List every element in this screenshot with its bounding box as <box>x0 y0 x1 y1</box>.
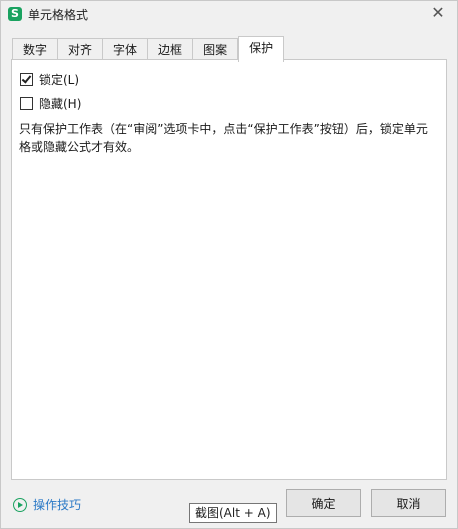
screenshot-tooltip: 截图(Alt + A) <box>189 503 277 523</box>
play-circle-icon <box>13 497 27 512</box>
locked-checkbox[interactable] <box>20 73 33 86</box>
hidden-checkbox[interactable] <box>20 97 33 110</box>
dialog-title: 单元格格式 <box>28 8 89 22</box>
ok-button[interactable]: 确定 <box>286 489 361 517</box>
app-logo-icon: S <box>8 7 22 21</box>
locked-option[interactable]: 锁定(L) <box>20 71 79 88</box>
tab-bar: 数字 对齐 字体 边框 图案 保护 <box>12 36 285 62</box>
tips-link[interactable]: 操作技巧 <box>13 496 81 513</box>
format-cells-dialog: S 单元格格式 ✕ 数字 对齐 字体 边框 图案 保护 锁定(L) 隐藏(H) … <box>0 0 458 529</box>
protection-description: 只有保护工作表（在“审阅”选项卡中，点击“保护工作表”按钮）后，锁定单元格或隐藏… <box>19 122 428 154</box>
hidden-label: 隐藏(H) <box>39 97 82 111</box>
locked-label: 锁定(L) <box>39 73 80 87</box>
tab-protection[interactable]: 保护 <box>238 36 285 62</box>
protection-panel: 锁定(L) 隐藏(H) 只有保护工作表（在“审阅”选项卡中，点击“保护工作表”按… <box>11 59 447 480</box>
title-bar[interactable]: S 单元格格式 ✕ <box>1 1 457 29</box>
cancel-button[interactable]: 取消 <box>371 489 446 517</box>
tips-label: 操作技巧 <box>33 498 82 512</box>
hidden-option[interactable]: 隐藏(H) <box>20 95 81 112</box>
close-icon[interactable]: ✕ <box>429 4 447 22</box>
